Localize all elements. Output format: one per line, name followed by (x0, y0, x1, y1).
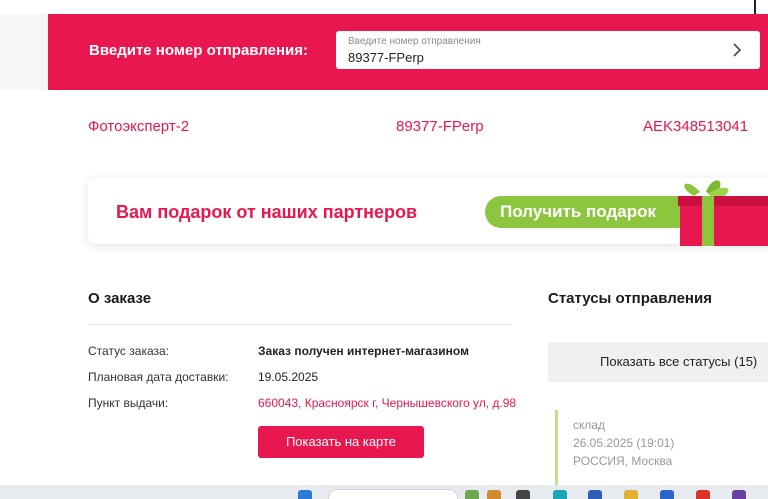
app-icon[interactable] (588, 490, 602, 499)
order-status-value: Заказ получен интернет-магазином (258, 344, 469, 358)
taskbar-search[interactable] (328, 489, 458, 499)
app-icon[interactable] (553, 490, 567, 499)
order-number-link[interactable]: 89377-FPerp (396, 118, 484, 135)
app-icon[interactable] (487, 490, 501, 499)
browser-icon[interactable] (696, 490, 710, 499)
chevron-right-icon[interactable] (732, 43, 742, 57)
gift-banner-title: Вам подарок от наших партнеров (116, 202, 418, 222)
tracking-search-box[interactable]: Введите номер отправления (336, 31, 760, 69)
app-icon[interactable] (732, 490, 746, 499)
folder-icon[interactable] (624, 490, 638, 499)
show-on-map-button[interactable]: Показать на карте (258, 426, 424, 458)
statuses-section-title: Статусы отправления (548, 290, 712, 307)
order-status-label: Статус заказа: (88, 344, 170, 358)
delivery-date-value: 19.05.2025 (258, 370, 319, 384)
pickup-point-link[interactable]: 660043, Красноярск г, Чернышевского ул, … (258, 396, 516, 410)
order-divider (88, 324, 512, 325)
gift-box-icon (678, 180, 768, 246)
order-section-title: О заказе (88, 290, 152, 307)
app-icon[interactable] (465, 490, 479, 499)
os-taskbar (0, 485, 768, 499)
status-event-place: РОССИЯ, Москва (573, 454, 673, 468)
get-gift-button[interactable]: Получить подарок (485, 196, 695, 228)
app-icon[interactable] (516, 490, 530, 499)
tracking-search-banner: Введите номер отправления: Введите номер… (48, 14, 768, 90)
pickup-point-label: Пункт выдачи: (88, 396, 169, 410)
store-name-link[interactable]: Фотоэксперт-2 (88, 118, 189, 135)
tracking-search-label: Введите номер отправления: (89, 42, 309, 59)
start-icon[interactable] (298, 490, 312, 499)
app-icon[interactable] (660, 490, 674, 499)
tracking-number-link[interactable]: AEK348513041 (643, 118, 748, 135)
tracking-search-placeholder: Введите номер отправления (348, 36, 481, 47)
page-top-strip (0, 0, 768, 14)
status-event-line: склад (573, 418, 606, 432)
show-all-statuses-button[interactable]: Показать все статусы (15) (548, 342, 768, 382)
status-event-date: 26.05.2025 (19:01) (573, 436, 675, 450)
status-timeline (555, 410, 558, 485)
delivery-date-label: Плановая дата доставки: (88, 370, 229, 384)
partner-gift-banner: Вам подарок от наших партнеров Получить … (88, 178, 768, 246)
tracking-number-input[interactable] (348, 50, 728, 65)
